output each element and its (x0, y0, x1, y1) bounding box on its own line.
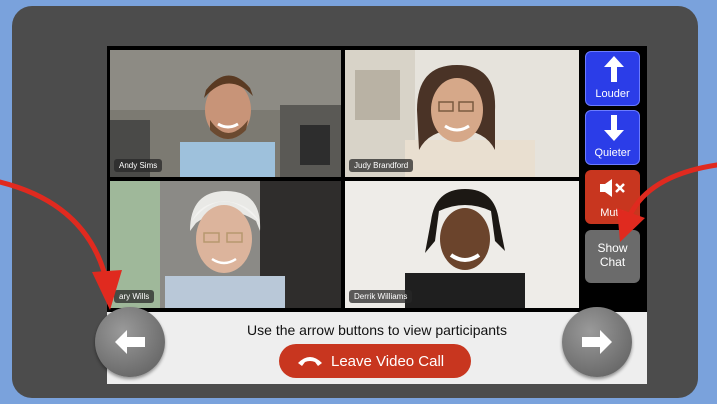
participant-tile-derrik[interactable]: Derrik Williams (345, 181, 579, 308)
participant-tile-mary[interactable]: ary Wills (110, 181, 341, 308)
participant-tile-andy[interactable]: Andy Sims (110, 50, 341, 177)
participant-video (345, 181, 579, 308)
leave-call-label: Leave Video Call (331, 353, 445, 370)
mute-label: Mute (600, 207, 625, 219)
participant-video (110, 50, 341, 177)
arrow-right-icon (582, 330, 612, 354)
quieter-button[interactable]: Quieter (585, 110, 640, 165)
participant-tile-judy[interactable]: Judy Brandford (345, 50, 579, 177)
quieter-label: Quieter (594, 147, 631, 159)
arrow-left-icon (115, 330, 145, 354)
arrow-up-icon (604, 56, 624, 82)
louder-button[interactable]: Louder (585, 51, 640, 106)
participant-video (345, 50, 579, 177)
show-chat-button[interactable]: Show Chat (585, 230, 640, 283)
louder-label: Louder (595, 88, 630, 100)
participant-name-label: Derrik Williams (349, 290, 413, 303)
phone-hangup-icon (298, 357, 322, 366)
arrow-down-icon (604, 115, 624, 141)
participant-name-label: Judy Brandford (349, 159, 414, 172)
previous-participants-button[interactable] (95, 307, 165, 377)
participant-video (110, 181, 341, 308)
show-chat-label: Show Chat (597, 241, 628, 269)
tablet-device: Andy Sims Judy Brandford ary Wills Derri… (12, 6, 698, 398)
speaker-muted-icon (600, 179, 625, 197)
mute-button[interactable]: Mute (585, 170, 640, 224)
leave-call-button[interactable]: Leave Video Call (279, 344, 471, 378)
participant-name-label: Andy Sims (114, 159, 163, 172)
participant-name-label: ary Wills (114, 290, 155, 303)
next-participants-button[interactable] (562, 307, 632, 377)
